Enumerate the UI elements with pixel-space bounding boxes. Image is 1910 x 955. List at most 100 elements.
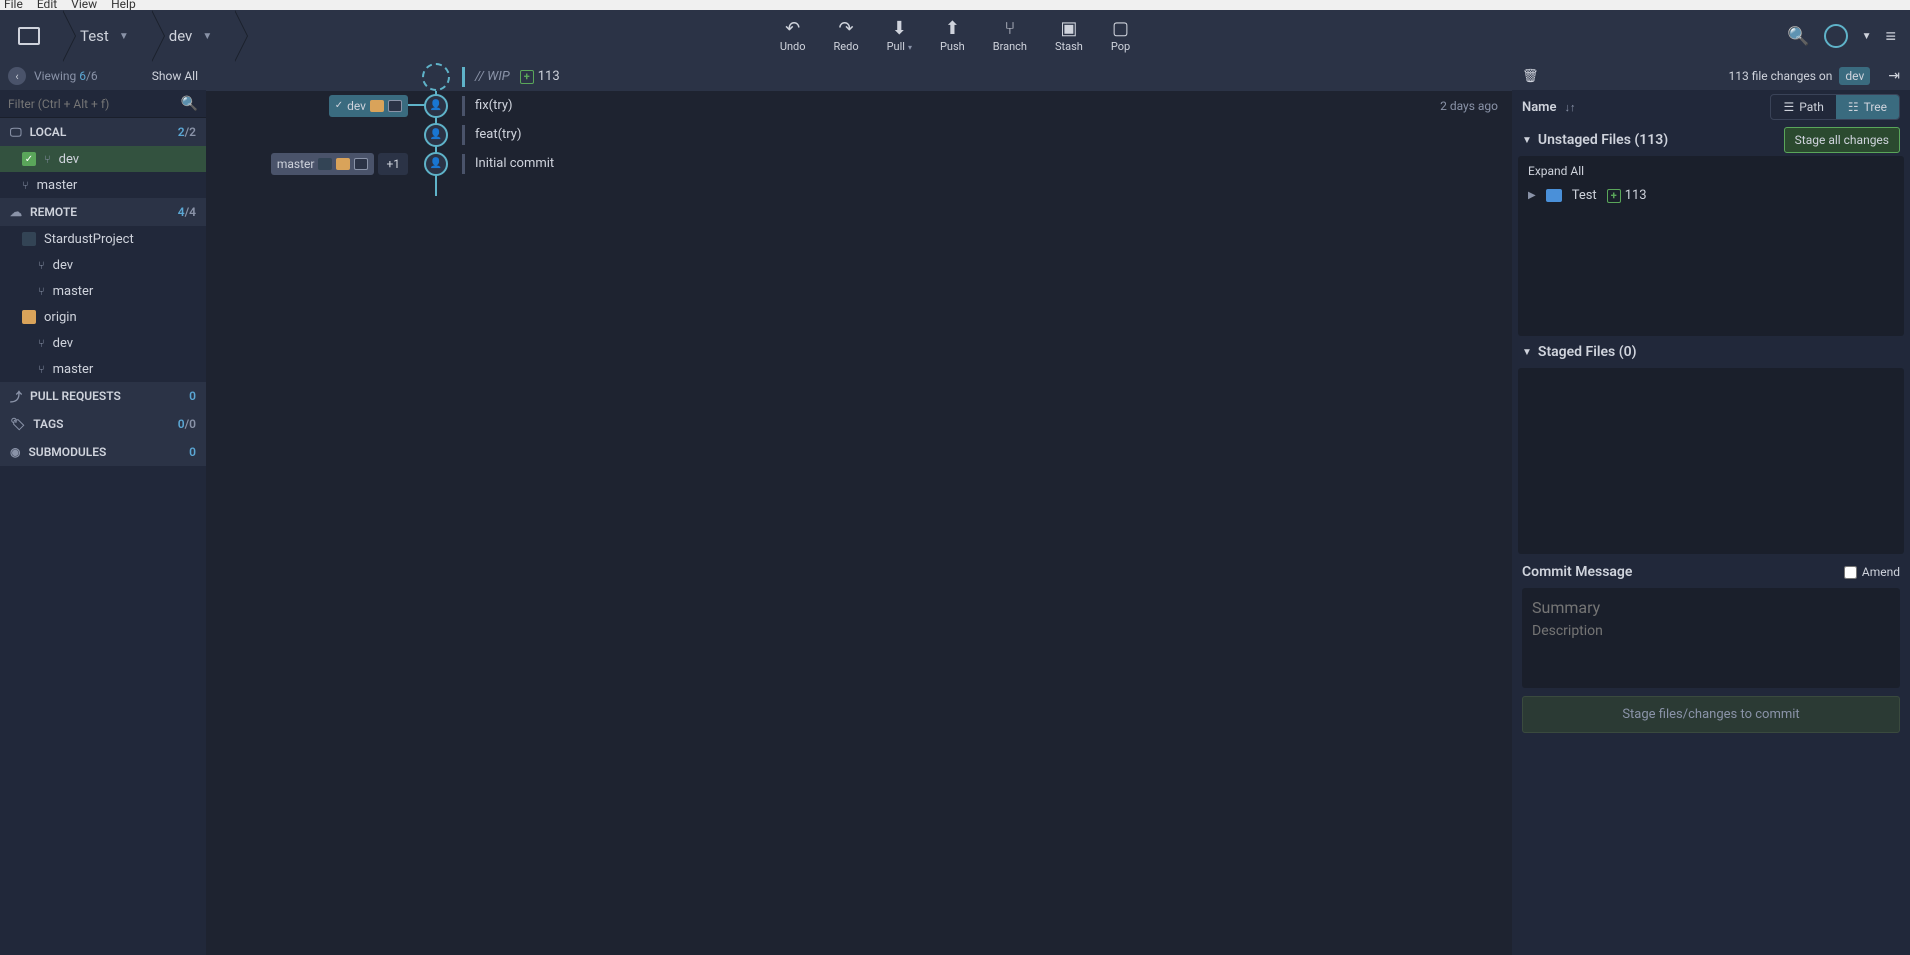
chevron-down-icon[interactable]: ▼ <box>202 31 212 42</box>
amend-checkbox[interactable]: Amend <box>1844 565 1900 579</box>
graph-row-commit-0[interactable]: ✓ dev 👤 fix(try) 2 days ago <box>206 91 1512 120</box>
wip-node <box>422 63 450 91</box>
tree-view-button[interactable]: ☷Tree <box>1836 95 1899 119</box>
section-pull-requests[interactable]: ⤴ PULL REQUESTS 0 <box>0 382 206 410</box>
plus-icon: + <box>520 70 534 84</box>
remote-icon <box>22 310 36 324</box>
trash-icon[interactable]: 🗑 <box>1522 69 1539 84</box>
unstaged-title: Unstaged Files (113) <box>1538 132 1668 148</box>
description-input[interactable] <box>1532 623 1890 671</box>
view-mode-toggle: ☰Path ☷Tree <box>1770 94 1900 120</box>
expand-all-button[interactable]: Expand All <box>1528 164 1894 178</box>
menu-edit[interactable]: Edit <box>37 0 57 10</box>
right-panel: 🗑 113 file changes on dev ⇥ Name ↓↑ ☰Pat… <box>1512 62 1910 955</box>
graph-row-wip[interactable]: // WIP +113 <box>206 62 1512 91</box>
remote-badge-icon <box>370 100 384 112</box>
local-badge-icon <box>354 158 368 170</box>
caret-down-icon[interactable]: ▼ <box>1522 135 1532 146</box>
undo-button[interactable]: ↶Undo <box>780 20 806 53</box>
path-view-button[interactable]: ☰Path <box>1771 95 1835 119</box>
crumb-folder[interactable] <box>0 10 62 62</box>
sidebar-remote-origin[interactable]: origin <box>0 304 206 330</box>
push-button[interactable]: ⬆Push <box>940 20 965 53</box>
redo-button[interactable]: ↷Redo <box>834 20 859 53</box>
amend-checkbox-input[interactable] <box>1844 566 1857 579</box>
chevron-down-icon[interactable]: ▼ <box>1862 31 1872 42</box>
commit-node: 👤 <box>424 152 448 176</box>
graph-panel: // WIP +113 ✓ dev 👤 fix(try) 2 days ago … <box>206 62 1512 955</box>
tag-icon: 🏷 <box>10 417 25 431</box>
stash-button[interactable]: ▣Stash <box>1055 20 1083 53</box>
sidebar-item-origin-master[interactable]: ⑂master <box>0 356 206 382</box>
branch-icon: ⑂ <box>38 259 45 272</box>
cloud-icon: ☁ <box>10 205 22 219</box>
collapse-panel-icon[interactable]: ⇥ <box>1888 68 1900 84</box>
search-icon[interactable]: 🔍 <box>181 96 198 112</box>
commit-button[interactable]: Stage files/changes to commit <box>1522 696 1900 733</box>
remote-icon <box>22 232 36 246</box>
avatar[interactable] <box>1824 24 1848 48</box>
graph-row-commit-2[interactable]: master +1 👤 Initial commit <box>206 149 1512 178</box>
branch-button[interactable]: ⑂Branch <box>993 20 1027 53</box>
sidebar-item-dev[interactable]: ✓ ⑂ dev <box>0 146 206 172</box>
sidebar-remote-stardust[interactable]: StardustProject <box>0 226 206 252</box>
back-button[interactable]: ‹ <box>8 67 26 85</box>
sort-icon[interactable]: ↓↑ <box>1564 101 1575 114</box>
section-tags[interactable]: 🏷 TAGS 0/0 <box>0 410 206 438</box>
submodule-icon: ◉ <box>10 445 20 459</box>
commit-header: Commit Message Amend <box>1522 564 1900 580</box>
pop-button[interactable]: ▢Pop <box>1111 20 1130 53</box>
stage-all-button[interactable]: Stage all changes <box>1784 127 1900 153</box>
graph-row-commit-1[interactable]: 👤 feat(try) <box>206 120 1512 149</box>
sort-label[interactable]: Name <box>1522 100 1556 115</box>
section-remote[interactable]: ☁ REMOTE 4/4 <box>0 198 206 226</box>
sidebar: ‹ Viewing 6/6 Show All 🔍 🖵 LOCAL 2/2 ✓ ⑂… <box>0 62 206 955</box>
check-icon: ✓ <box>22 152 36 166</box>
ref-chip-more[interactable]: +1 <box>378 153 408 175</box>
crumb-branch-label: dev <box>169 27 193 45</box>
chevron-down-icon[interactable]: ▼ <box>119 31 129 42</box>
chevron-right-icon: ▶ <box>1528 190 1536 201</box>
menu-view[interactable]: View <box>71 0 97 10</box>
sidebar-item-stardust-master[interactable]: ⑂master <box>0 278 206 304</box>
branch-icon: ⑂ <box>44 153 51 166</box>
commit-date: 2 days ago <box>1440 99 1512 113</box>
file-count-badge: +113 <box>1607 188 1647 203</box>
viewing-label: Viewing 6/6 <box>34 69 98 83</box>
filter-input[interactable] <box>8 97 181 111</box>
topbar-right: 🔍 ▼ ≡ <box>1787 24 1910 48</box>
caret-down-icon[interactable]: ▼ <box>1522 347 1532 358</box>
section-submodules[interactable]: ◉ SUBMODULES 0 <box>0 438 206 466</box>
sidebar-item-stardust-dev[interactable]: ⑂dev <box>0 252 206 278</box>
plus-icon: + <box>1607 189 1621 203</box>
branch-icon: ⑂ <box>38 285 45 298</box>
search-icon[interactable]: 🔍 <box>1787 26 1809 47</box>
commit-message: feat(try) <box>475 127 521 142</box>
redo-icon: ↷ <box>839 20 854 38</box>
wip-message: // WIP +113 <box>462 67 1512 87</box>
branch-pill: dev <box>1839 67 1870 85</box>
file-tree-folder[interactable]: ▶ Test +113 <box>1528 188 1894 203</box>
list-icon: ☰ <box>1783 100 1794 114</box>
remote-badge-icon <box>336 158 350 170</box>
hamburger-icon[interactable]: ≡ <box>1885 26 1896 47</box>
menu-help[interactable]: Help <box>111 0 136 10</box>
commit-title: Commit Message <box>1522 564 1632 580</box>
ref-chip-dev[interactable]: ✓ dev <box>329 95 408 117</box>
summary-input[interactable] <box>1532 598 1890 617</box>
toolbar: ↶Undo ↷Redo ⬇Pull▾ ⬆Push ⑂Branch ▣Stash … <box>780 20 1130 53</box>
pull-button[interactable]: ⬇Pull▾ <box>887 20 912 53</box>
main: ‹ Viewing 6/6 Show All 🔍 🖵 LOCAL 2/2 ✓ ⑂… <box>0 62 1910 955</box>
sidebar-item-master[interactable]: ⑂ master <box>0 172 206 198</box>
sidebar-top: ‹ Viewing 6/6 Show All <box>0 62 206 90</box>
sidebar-item-origin-dev[interactable]: ⑂dev <box>0 330 206 356</box>
file-count-badge: +113 <box>520 69 560 84</box>
menu-file[interactable]: File <box>4 0 23 10</box>
header-text: 113 file changes on dev <box>1728 69 1870 83</box>
branch-icon: ⑂ <box>38 337 45 350</box>
show-all-button[interactable]: Show All <box>152 69 198 83</box>
section-local[interactable]: 🖵 LOCAL 2/2 <box>0 118 206 146</box>
ref-chip-master[interactable]: master <box>271 153 375 175</box>
crumb-repo-label: Test <box>80 27 109 45</box>
remote-badge-icon <box>318 158 332 170</box>
